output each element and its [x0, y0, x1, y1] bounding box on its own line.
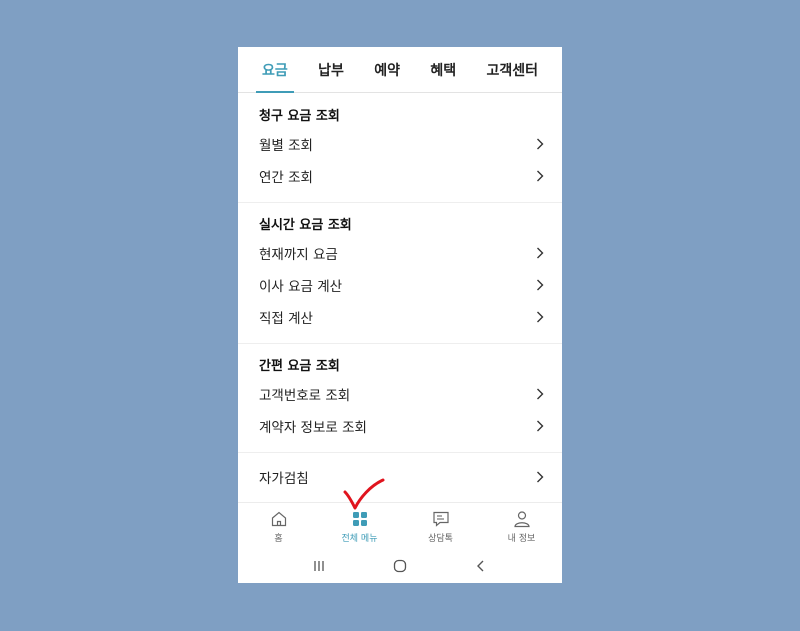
phone-screen: 요금 납부 예약 혜택 고객센터 청구 요금 조회 월별 조회 연간 조회 실시… [238, 47, 562, 583]
menu-item-label: 계약자 정보로 조회 [259, 420, 367, 436]
menu-item-yearly[interactable]: 연간 조회 [238, 160, 562, 192]
chevron-right-icon [537, 247, 544, 259]
menu-item-label: 직접 계산 [259, 311, 313, 327]
menu-item-monthly[interactable]: 월별 조회 [238, 128, 562, 160]
nav-label: 전체 메뉴 [341, 534, 378, 544]
chevron-right-icon [537, 138, 544, 150]
home-icon [271, 511, 286, 527]
tab-fee[interactable]: 요금 [256, 47, 294, 93]
tab-reservation[interactable]: 예약 [372, 47, 402, 92]
menu-content: 청구 요금 조회 월별 조회 연간 조회 실시간 요금 조회 현재까지 요금 이… [238, 94, 562, 493]
tab-benefits[interactable]: 혜택 [428, 47, 458, 92]
section-title: 간편 요금 조회 [259, 359, 340, 374]
person-icon [513, 511, 530, 528]
nav-home[interactable]: 홈 [238, 503, 319, 549]
chat-icon [432, 511, 449, 527]
home-circle-icon [393, 559, 407, 573]
section-billed-fee: 청구 요금 조회 월별 조회 연간 조회 [238, 94, 562, 203]
menu-item-label: 고객번호로 조회 [259, 388, 351, 404]
chevron-right-icon [537, 471, 544, 483]
menu-item-by-customer-number[interactable]: 고객번호로 조회 [238, 378, 562, 410]
red-check-mark-annotation [343, 478, 385, 510]
nav-label: 홈 [274, 534, 283, 544]
nav-label: 내 정보 [507, 534, 536, 544]
top-tab-bar: 요금 납부 예약 혜택 고객센터 [238, 47, 562, 93]
chevron-right-icon [537, 420, 544, 432]
back-icon [477, 560, 484, 572]
system-navigation-bar [238, 549, 562, 583]
section-title: 실시간 요금 조회 [259, 218, 352, 233]
menu-item-label: 자가검침 [259, 471, 309, 487]
menu-item-label: 월별 조회 [259, 138, 313, 154]
chevron-right-icon [537, 170, 544, 182]
home-button[interactable] [390, 556, 410, 576]
menu-item-direct-calc[interactable]: 직접 계산 [238, 301, 562, 333]
menu-item-current-fee[interactable]: 현재까지 요금 [238, 237, 562, 269]
menu-item-moving-fee[interactable]: 이사 요금 계산 [238, 269, 562, 301]
chevron-right-icon [537, 388, 544, 400]
chevron-right-icon [537, 311, 544, 323]
tab-payment[interactable]: 납부 [316, 47, 346, 92]
section-title: 청구 요금 조회 [259, 109, 340, 124]
chevron-right-icon [537, 279, 544, 291]
recent-apps-icon [314, 561, 324, 571]
section-realtime-fee: 실시간 요금 조회 현재까지 요금 이사 요금 계산 직접 계산 [238, 203, 562, 344]
bottom-navigation: 홈 전체 메뉴 상담톡 내 정보 [238, 502, 562, 549]
menu-item-by-contractor-info[interactable]: 계약자 정보로 조회 [238, 410, 562, 442]
nav-chat[interactable]: 상담톡 [400, 503, 481, 549]
menu-item-label: 이사 요금 계산 [259, 279, 343, 295]
menu-item-label: 연간 조회 [259, 170, 313, 186]
section-self-reading: 자가검침 [238, 453, 562, 493]
menu-item-self-reading[interactable]: 자가검침 [238, 461, 562, 493]
nav-label: 상담톡 [428, 534, 453, 544]
tab-customer-center[interactable]: 고객센터 [484, 47, 540, 92]
menu-item-label: 현재까지 요금 [259, 247, 338, 263]
nav-my-info[interactable]: 내 정보 [481, 503, 562, 549]
back-button[interactable] [471, 556, 491, 576]
section-simple-fee: 간편 요금 조회 고객번호로 조회 계약자 정보로 조회 [238, 344, 562, 453]
recent-apps-button[interactable] [309, 556, 329, 576]
